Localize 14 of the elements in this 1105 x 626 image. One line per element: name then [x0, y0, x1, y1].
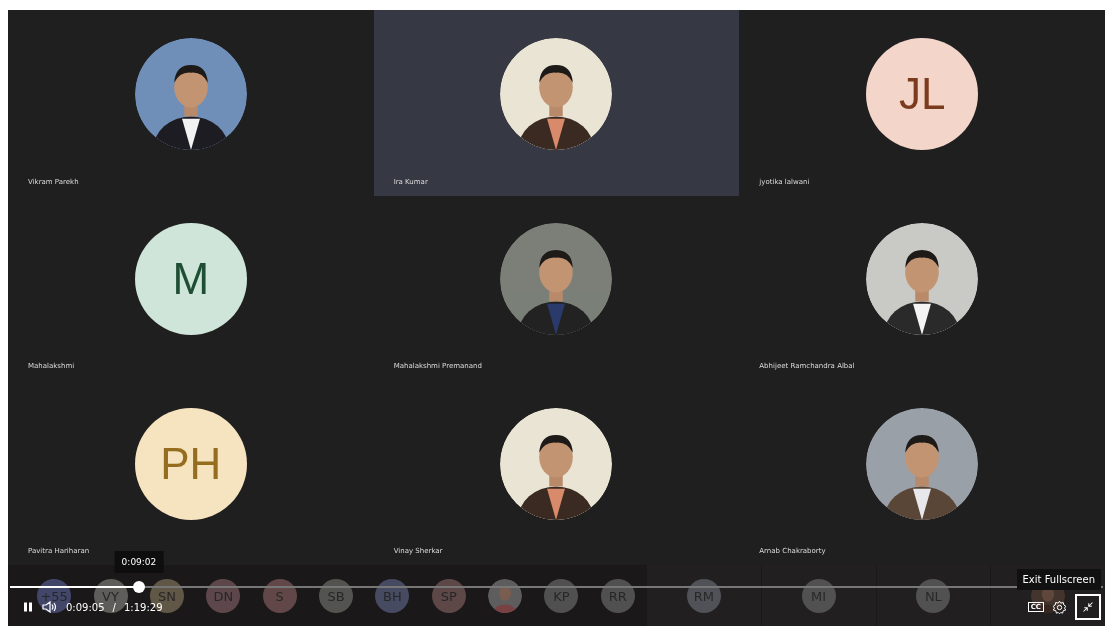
time-tooltip: 0:09:02 [114, 551, 164, 573]
avatar: M [134, 223, 247, 335]
seek-handle[interactable] [132, 581, 145, 593]
volume-icon[interactable] [42, 601, 58, 613]
settings-icon[interactable] [1052, 599, 1067, 615]
pause-icon[interactable] [22, 601, 34, 613]
avatar: JL [866, 38, 979, 150]
tooltip: Exit Fullscreen [1016, 569, 1101, 590]
avatar: PH [134, 407, 247, 520]
arrows-icon [1082, 601, 1094, 613]
current-time: 0:09:05 [66, 601, 105, 613]
duration: 1:19:29 [123, 601, 163, 613]
time-separator: / [112, 601, 116, 613]
exit-fullscreen-button[interactable] [1075, 594, 1101, 620]
